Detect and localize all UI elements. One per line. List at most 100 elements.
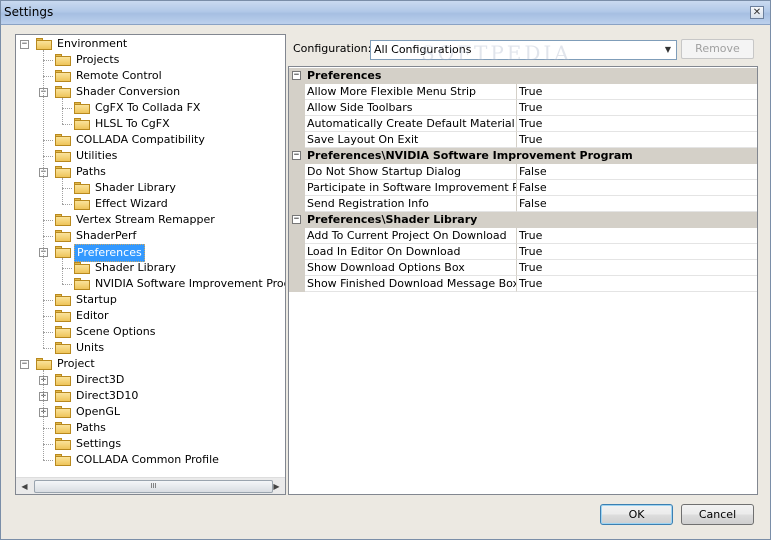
tree-connector	[62, 284, 72, 285]
scroll-thumb[interactable]: III	[34, 480, 273, 493]
tree-item[interactable]: CgFX To Collada FX	[16, 100, 285, 116]
folder-icon	[55, 54, 71, 66]
property-value[interactable]: True	[517, 116, 757, 132]
chevron-down-icon[interactable]: ▼	[662, 44, 674, 56]
property-value[interactable]: False	[517, 180, 757, 196]
tree-connector	[62, 188, 72, 189]
tree-item[interactable]: Vertex Stream Remapper	[16, 212, 285, 228]
tree-item[interactable]: Units	[16, 340, 285, 356]
row-gutter	[289, 164, 305, 180]
scroll-grip: III	[150, 482, 157, 490]
tree-item[interactable]: − Project	[16, 356, 285, 372]
tree-item[interactable]: Utilities	[16, 148, 285, 164]
property-row[interactable]: Participate in Software Improvement Prog…	[289, 180, 757, 196]
horizontal-scrollbar[interactable]: ◀ III ▶	[16, 477, 285, 494]
tree-item[interactable]: Startup	[16, 292, 285, 308]
category-label: Preferences\Shader Library	[307, 213, 478, 226]
tree-item-label: Effect Wizard	[95, 197, 168, 210]
tree-item[interactable]: + Direct3D	[16, 372, 285, 388]
tree-item[interactable]: + OpenGL	[16, 404, 285, 420]
property-value[interactable]: False	[517, 164, 757, 180]
tree-connector	[43, 220, 53, 221]
tree-item[interactable]: Paths	[16, 420, 285, 436]
property-category[interactable]: − Preferences\Shader Library	[289, 212, 757, 228]
title-bar[interactable]: Settings ✕	[1, 1, 770, 25]
collapse-icon[interactable]: −	[292, 151, 301, 160]
tree-guide-line	[62, 178, 63, 204]
folder-icon	[55, 454, 71, 466]
ok-button[interactable]: OK	[600, 504, 673, 525]
tree-connector	[43, 460, 53, 461]
settings-tree[interactable]: − Environment Projects Remote Control − Shade…	[15, 34, 286, 495]
property-row[interactable]: Load In Editor On Download True	[289, 244, 757, 260]
row-gutter	[289, 244, 305, 260]
property-row[interactable]: Add To Current Project On Download True	[289, 228, 757, 244]
remove-button[interactable]: Remove	[681, 39, 754, 59]
property-value[interactable]: True	[517, 244, 757, 260]
property-value[interactable]: False	[517, 196, 757, 212]
scroll-left-icon[interactable]: ◀	[16, 478, 33, 494]
collapse-icon[interactable]: −	[292, 71, 301, 80]
folder-icon	[55, 390, 71, 402]
property-value[interactable]: True	[517, 276, 757, 292]
folder-icon	[55, 374, 71, 386]
tree-item[interactable]: Shader Library	[16, 180, 285, 196]
tree-item-label: ShaderPerf	[76, 229, 137, 242]
row-gutter	[289, 180, 305, 196]
collapse-icon[interactable]: −	[292, 215, 301, 224]
tree-connector	[43, 76, 53, 77]
property-value[interactable]: True	[517, 228, 757, 244]
tree-connector	[43, 156, 53, 157]
folder-icon	[55, 326, 71, 338]
tree-item[interactable]: COLLADA Compatibility	[16, 132, 285, 148]
tree-item[interactable]: − Environment	[16, 36, 285, 52]
property-row[interactable]: Do Not Show Startup Dialog False	[289, 164, 757, 180]
tree-item[interactable]: Remote Control	[16, 68, 285, 84]
property-value[interactable]: True	[517, 260, 757, 276]
tree-item[interactable]: Shader Library	[16, 260, 285, 276]
tree-item[interactable]: COLLADA Common Profile	[16, 452, 285, 468]
property-row[interactable]: Automatically Create Default Material Tru…	[289, 116, 757, 132]
row-gutter	[289, 276, 305, 292]
property-row[interactable]: Save Layout On Exit True	[289, 132, 757, 148]
tree-item[interactable]: − Shader Conversion	[16, 84, 285, 100]
property-value[interactable]: True	[517, 132, 757, 148]
tree-item[interactable]: Scene Options	[16, 324, 285, 340]
tree-item[interactable]: + Direct3D10	[16, 388, 285, 404]
collapse-icon[interactable]: −	[20, 360, 29, 369]
property-category[interactable]: − Preferences	[289, 68, 757, 84]
property-row[interactable]: Send Registration Info False	[289, 196, 757, 212]
tree-connector	[43, 316, 53, 317]
property-row[interactable]: Show Finished Download Message Box True	[289, 276, 757, 292]
tree-item[interactable]: Settings	[16, 436, 285, 452]
tree-guide-line	[43, 370, 44, 460]
property-grid[interactable]: − Preferences Allow More Flexible Menu Str…	[288, 66, 758, 495]
tree-connector	[62, 108, 72, 109]
tree-item-label: Utilities	[76, 149, 118, 162]
tree-item[interactable]: HLSL To CgFX	[16, 116, 285, 132]
property-row[interactable]: Allow Side Toolbars True	[289, 100, 757, 116]
property-name: Add To Current Project On Download	[305, 228, 517, 244]
scroll-right-icon[interactable]: ▶	[268, 478, 285, 494]
property-name: Show Finished Download Message Box	[305, 276, 517, 292]
tree-item[interactable]: − Paths	[16, 164, 285, 180]
property-row[interactable]: Show Download Options Box True	[289, 260, 757, 276]
property-name: Allow Side Toolbars	[305, 100, 517, 116]
property-category[interactable]: − Preferences\NVIDIA Software Improvement…	[289, 148, 757, 164]
property-value[interactable]: True	[517, 84, 757, 100]
watermark: SOFTPEDIA	[421, 41, 572, 65]
close-button[interactable]: ✕	[750, 6, 764, 19]
tree-item[interactable]: − Preferences	[16, 244, 285, 262]
property-value[interactable]: True	[517, 100, 757, 116]
tree-item[interactable]: Effect Wizard	[16, 196, 285, 212]
tree-item-label: Environment	[57, 37, 128, 50]
tree-item[interactable]: ShaderPerf	[16, 228, 285, 244]
tree-item[interactable]: NVIDIA Software Improvement Program	[16, 276, 285, 292]
tree-item[interactable]: Projects	[16, 52, 285, 68]
cancel-button[interactable]: Cancel	[681, 504, 754, 525]
tree-item[interactable]: Editor	[16, 308, 285, 324]
property-row[interactable]: Allow More Flexible Menu Strip True	[289, 84, 757, 100]
folder-icon	[74, 102, 90, 114]
collapse-icon[interactable]: −	[20, 40, 29, 49]
row-gutter	[289, 196, 305, 212]
